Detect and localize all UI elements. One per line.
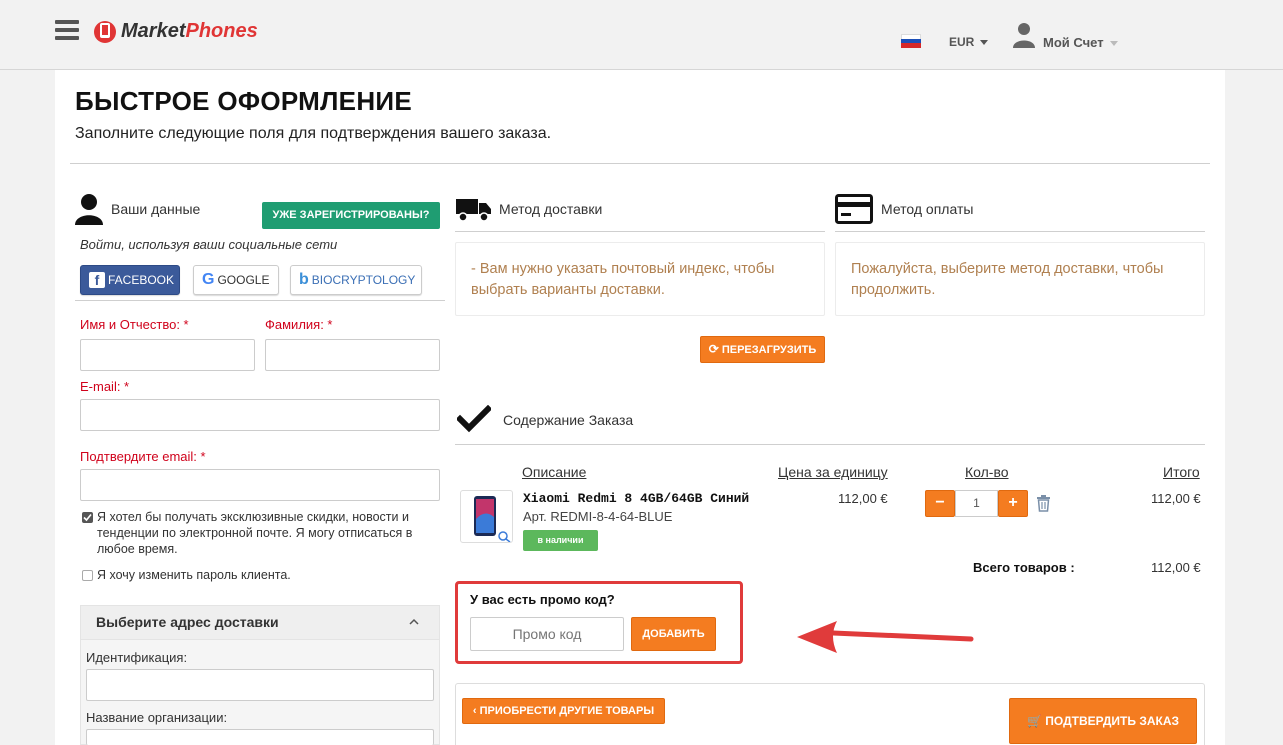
- continue-shopping-button[interactable]: ‹ ПРИОБРЕСТИ ДРУГИЕ ТОВАРЫ: [462, 698, 665, 724]
- checkmark-icon: [457, 405, 491, 433]
- chevron-down-icon: [980, 40, 989, 46]
- divider: [455, 231, 825, 232]
- delivery-notice: - Вам нужно указать почтовый индекс, что…: [455, 242, 825, 316]
- product-thumbnail[interactable]: [460, 490, 513, 543]
- trash-icon[interactable]: [1036, 495, 1051, 512]
- identification-input[interactable]: [86, 669, 434, 701]
- google-label: GOOGLE: [217, 273, 270, 287]
- total-items-label: Всего товаров :: [973, 560, 1075, 575]
- organization-input[interactable]: [86, 729, 434, 745]
- logo[interactable]: MarketPhones: [93, 16, 258, 46]
- check-icon: [83, 513, 92, 522]
- first-name-label: Имя и Отчество: *: [80, 317, 189, 332]
- page-title: БЫСТРОЕ ОФОРМЛЕНИЕ: [75, 86, 413, 116]
- credit-card-icon: [835, 194, 873, 224]
- promo-code-input[interactable]: [470, 617, 624, 651]
- divider: [835, 231, 1205, 232]
- delivery-address-title: Выберите адрес доставки: [96, 614, 279, 630]
- chevron-down-icon: [1109, 41, 1118, 47]
- biocryptology-icon: b: [299, 271, 309, 288]
- organization-label: Название организации:: [86, 710, 228, 725]
- hamburger-menu-icon[interactable]: [55, 20, 79, 40]
- chevron-up-icon[interactable]: [409, 618, 419, 625]
- user-icon[interactable]: [1013, 22, 1035, 48]
- logo-text-market: Market: [121, 19, 186, 42]
- confirm-email-input[interactable]: [80, 469, 440, 501]
- cart-logo-icon: [94, 21, 116, 43]
- plus-icon: +: [1008, 494, 1018, 511]
- biocryptology-login-button[interactable]: b BIOCRYPTOLOGY: [290, 265, 422, 295]
- product-name[interactable]: Xiaomi Redmi 8 4GB/64GB Синий: [523, 491, 749, 506]
- refresh-icon: ⟳: [708, 342, 719, 356]
- stock-badge: в наличии: [523, 530, 598, 551]
- payment-section-title: Метод оплаты: [881, 201, 974, 217]
- biocryptology-label: BIOCRYPTOLOGY: [311, 273, 416, 287]
- newsletter-checkbox[interactable]: [82, 512, 93, 523]
- column-header-unit-price[interactable]: Цена за единицу: [778, 464, 888, 480]
- truck-icon: [456, 199, 491, 222]
- google-login-button[interactable]: G GOOGLE: [193, 265, 279, 295]
- change-password-checkbox[interactable]: [82, 570, 93, 581]
- column-header-qty[interactable]: Кол-во: [965, 464, 1009, 480]
- line-total: 112,00 €: [1151, 491, 1201, 506]
- logo-text-phones: Phones: [185, 19, 258, 42]
- social-login-note: Войти, используя ваши социальные сети: [80, 237, 338, 252]
- customer-section-title: Ваши данные: [111, 201, 201, 217]
- currency-label: EUR: [949, 35, 975, 49]
- promo-title: У вас есть промо код?: [470, 592, 615, 607]
- facebook-login-button[interactable]: f FACEBOOK: [80, 265, 180, 295]
- account-label: Мой Счет: [1043, 35, 1104, 50]
- divider: [455, 444, 1205, 445]
- last-name-input[interactable]: [265, 339, 440, 371]
- decrease-qty-button[interactable]: −: [925, 490, 955, 517]
- payment-notice: Пожалуйста, выберите метод доставки, что…: [835, 242, 1205, 316]
- currency-selector[interactable]: EUR: [949, 35, 989, 49]
- google-icon: G: [202, 271, 215, 288]
- identification-label: Идентификация:: [86, 650, 188, 665]
- total-items-value: 112,00 €: [1151, 560, 1201, 575]
- user-icon: [75, 194, 103, 225]
- increase-qty-button[interactable]: +: [998, 490, 1028, 517]
- reload-label: ПЕРЕЗАГРУЗИТЬ: [721, 344, 817, 356]
- newsletter-text: Я хотел бы получать эксклюзивные скидки,…: [97, 510, 413, 556]
- first-name-input[interactable]: [80, 339, 255, 371]
- continue-shopping-label: ПРИОБРЕСТИ ДРУГИЕ ТОВАРЫ: [479, 705, 655, 717]
- page-subtitle: Заполните следующие поля для подтвержден…: [75, 125, 552, 142]
- account-menu[interactable]: Мой Счет: [1043, 35, 1118, 50]
- divider: [70, 163, 1210, 164]
- change-password-text: Я хочу изменить пароль клиента.: [97, 568, 291, 582]
- email-label: E-mail: *: [80, 379, 130, 394]
- email-input[interactable]: [80, 399, 440, 431]
- chevron-left-icon: ‹: [472, 705, 477, 717]
- already-registered-button[interactable]: УЖЕ ЗАРЕГИСТРИРОВАНЫ?: [262, 202, 440, 229]
- order-section-title: Содержание Заказа: [503, 412, 634, 428]
- unit-price: 112,00 €: [838, 491, 888, 506]
- phone-image: [474, 496, 511, 543]
- minus-icon: −: [935, 494, 945, 511]
- russian-flag-icon[interactable]: [901, 34, 921, 48]
- reload-button[interactable]: ⟳ ПЕРЕЗАГРУЗИТЬ: [700, 336, 825, 363]
- facebook-icon: f: [89, 272, 105, 288]
- facebook-label: FACEBOOK: [108, 273, 175, 287]
- column-header-description[interactable]: Описание: [522, 464, 586, 480]
- confirm-order-button[interactable]: 🛒 ПОДТВЕРДИТЬ ЗАКАЗ: [1009, 698, 1197, 744]
- confirm-order-label: ПОДТВЕРДИТЬ ЗАКАЗ: [1045, 714, 1180, 728]
- arrow-left-icon: [797, 621, 974, 653]
- product-sku: Арт. REDMI-8-4-64-BLUE: [523, 509, 673, 524]
- quantity-input[interactable]: 1: [955, 490, 998, 517]
- cart-icon: 🛒: [1026, 714, 1042, 728]
- last-name-label: Фамилия: *: [265, 317, 333, 332]
- divider: [75, 300, 445, 301]
- delivery-section-title: Метод доставки: [499, 201, 603, 217]
- column-header-total[interactable]: Итого: [1163, 464, 1200, 480]
- add-promo-button[interactable]: ДОБАВИТЬ: [631, 617, 716, 651]
- confirm-email-label: Подтвердите email: *: [80, 449, 206, 464]
